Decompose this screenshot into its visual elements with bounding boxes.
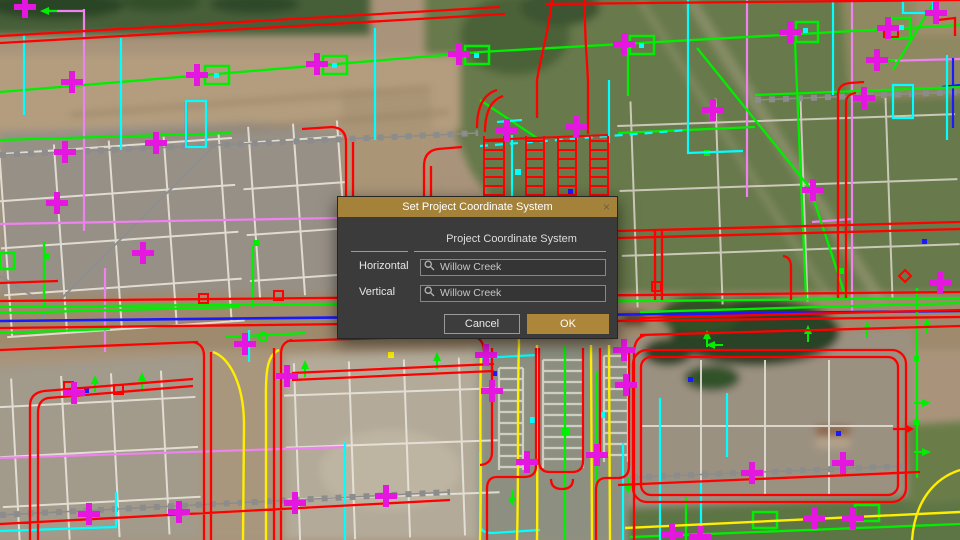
horizontal-label: Horizontal — [359, 260, 409, 272]
divider-right — [414, 251, 606, 252]
divider-left — [351, 251, 408, 252]
horizontal-field-wrap — [420, 257, 606, 274]
ok-button[interactable]: OK — [527, 314, 609, 334]
dialog-title: Set Project Coordinate System — [402, 197, 552, 217]
search-icon — [424, 260, 435, 271]
dialog-titlebar[interactable]: Set Project Coordinate System × — [338, 197, 617, 217]
set-project-coordinate-system-dialog: Set Project Coordinate System × Project … — [337, 196, 618, 339]
close-icon[interactable]: × — [603, 197, 610, 217]
vertical-input[interactable] — [420, 285, 606, 302]
horizontal-input[interactable] — [420, 259, 606, 276]
vertical-label: Vertical — [359, 286, 395, 298]
vertical-field-wrap — [420, 283, 606, 300]
app-window: Set Project Coordinate System × Project … — [0, 0, 960, 540]
search-icon — [424, 286, 435, 297]
cancel-button[interactable]: Cancel — [444, 314, 520, 334]
section-header: Project Coordinate System — [418, 233, 605, 245]
